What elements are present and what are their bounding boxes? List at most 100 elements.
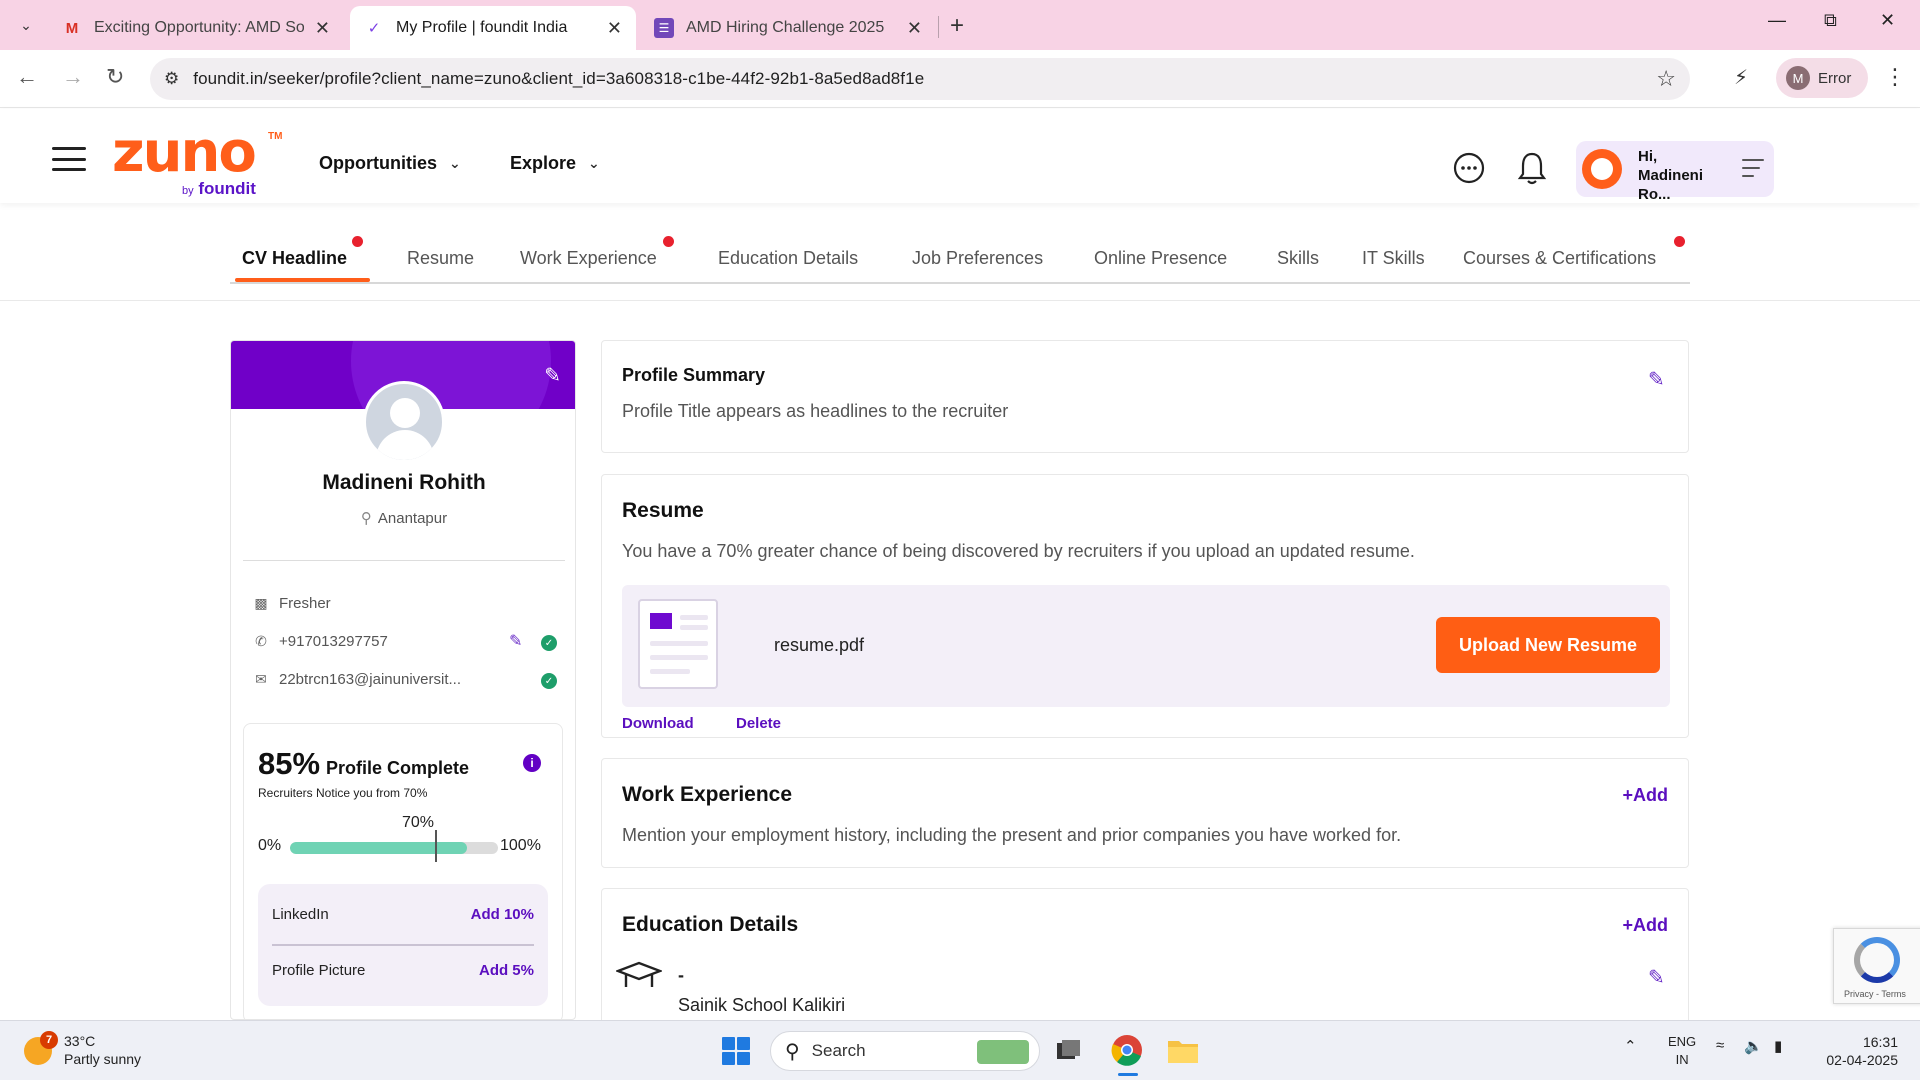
edit-phone-icon[interactable]: ✎ (509, 631, 522, 651)
suggestion-linkedin[interactable]: LinkedIn Add 10% (272, 906, 534, 923)
user-menu[interactable]: Hi, Madineni Ro... (1576, 141, 1774, 203)
close-icon[interactable]: ✕ (607, 18, 622, 39)
file-explorer-icon[interactable] (1166, 1033, 1200, 1067)
windows-start-icon[interactable] (722, 1037, 750, 1065)
avatar[interactable] (363, 381, 445, 463)
info-icon[interactable]: i (523, 754, 541, 772)
tab-courses-certifications[interactable]: Courses & Certifications (1463, 248, 1656, 269)
window-close-icon[interactable]: ✕ (1880, 10, 1895, 31)
divider (0, 300, 1920, 301)
browser-tab-gmail[interactable]: M Exciting Opportunity: AMD Soft ✕ (48, 6, 344, 50)
forward-arrow-icon[interactable]: → (62, 64, 84, 90)
nav-opportunities[interactable]: Opportunities ⌄ (319, 153, 461, 174)
profile-completion-box: 85% Profile Complete i Recruiters Notice… (243, 723, 563, 1019)
tab-cv-headline[interactable]: CV Headline (242, 248, 347, 269)
browser-tab-foundit[interactable]: ✓ My Profile | foundit India ✕ (350, 6, 636, 50)
site-settings-icon[interactable]: ⚙ (164, 69, 179, 89)
reload-icon[interactable]: ↻ (106, 64, 124, 90)
language-indicator[interactable]: ENG IN (1668, 1033, 1696, 1069)
recaptcha-text[interactable]: Privacy - Terms (1844, 989, 1906, 999)
tab-title: My Profile | foundit India (396, 19, 568, 36)
section-title: Education Details (622, 913, 799, 936)
lang-code: ENG (1668, 1034, 1697, 1049)
forms-icon: ☰ (654, 18, 674, 38)
section-title: Work Experience (622, 783, 793, 806)
tab-it-skills[interactable]: IT Skills (1362, 248, 1425, 269)
pending-dot (663, 236, 674, 247)
edit-pencil-icon[interactable]: ✎ (1648, 367, 1665, 392)
minimize-icon[interactable]: — (1768, 10, 1786, 31)
tab-resume[interactable]: Resume (407, 248, 474, 269)
close-icon[interactable]: ✕ (907, 18, 922, 39)
suggestion-profile-picture[interactable]: Profile Picture Add 5% (272, 962, 534, 979)
gmail-icon: M (65, 19, 79, 37)
bookmark-star-icon[interactable]: ☆ (1656, 66, 1676, 92)
tab-search-chevron-icon[interactable]: ⌄ (12, 12, 40, 38)
upload-new-resume-button[interactable]: Upload New Resume (1436, 617, 1660, 673)
close-icon[interactable]: ✕ (315, 18, 330, 39)
logo-tm: TM (268, 131, 283, 142)
back-arrow-icon[interactable]: ← (16, 64, 38, 90)
task-view-icon[interactable] (1052, 1033, 1086, 1067)
doc-thumb-line (650, 655, 708, 660)
download-resume-link[interactable]: Download (622, 715, 694, 732)
zuno-logo[interactable]: zuno TM by foundit (112, 125, 282, 199)
edit-pencil-icon[interactable]: ✎ (544, 363, 561, 388)
phone-row: ✆ +917013297757 (253, 633, 388, 650)
add-work-experience-button[interactable]: +Add (1622, 785, 1668, 806)
tab-job-preferences[interactable]: Job Preferences (912, 248, 1043, 269)
experience-text: Fresher (279, 595, 331, 612)
delete-resume-link[interactable]: Delete (736, 715, 781, 732)
chat-icon[interactable] (1450, 149, 1488, 187)
doc-thumb-line (650, 669, 690, 674)
divider (272, 944, 534, 946)
hamburger-menu-icon[interactable] (52, 147, 86, 171)
chevron-up-icon[interactable]: ⌃ (1624, 1037, 1637, 1055)
system-clock[interactable]: 16:31 02-04-2025 (1818, 1033, 1898, 1069)
edit-pencil-icon[interactable]: ✎ (1648, 965, 1665, 990)
url-text[interactable]: foundit.in/seeker/profile?client_name=zu… (193, 69, 924, 89)
suggestion-add-link[interactable]: Add 10% (471, 906, 534, 923)
avatar-body (376, 430, 434, 460)
education-card: Education Details +Add - Sainik School K… (601, 888, 1689, 1038)
doc-thumb-line (650, 641, 708, 646)
battery-icon[interactable]: ▮ (1774, 1037, 1782, 1055)
active-tab-indicator (235, 278, 370, 282)
chrome-icon[interactable] (1110, 1033, 1144, 1067)
nav-explore[interactable]: Explore ⌄ (510, 153, 600, 174)
tab-online-presence[interactable]: Online Presence (1094, 248, 1227, 269)
volume-icon[interactable]: 🔈 (1744, 1037, 1763, 1055)
extensions-icon[interactable]: ⚡ (1734, 65, 1748, 90)
weather-condition: Partly sunny (64, 1051, 142, 1067)
pending-dot (1674, 236, 1685, 247)
add-education-button[interactable]: +Add (1622, 915, 1668, 936)
suggestion-label: LinkedIn (272, 906, 329, 923)
clock-date: 02-04-2025 (1826, 1052, 1898, 1068)
education-degree: - (678, 965, 684, 985)
bell-icon[interactable] (1513, 149, 1551, 187)
wifi-icon[interactable]: ≈ (1716, 1037, 1724, 1054)
taskbar-search[interactable]: ⚲ Search (770, 1031, 1040, 1071)
suggestion-add-link[interactable]: Add 5% (479, 962, 534, 979)
browser-tab-bar: ⌄ M Exciting Opportunity: AMD Soft ✕ ✓ M… (0, 0, 1920, 50)
nav-label: Opportunities (319, 153, 437, 173)
browser-profile-button[interactable]: M Error (1776, 58, 1868, 98)
progress-max-label: 100% (500, 837, 541, 854)
browser-menu-icon[interactable]: ⋮ (1884, 64, 1906, 90)
completion-note: Recruiters Notice you from 70% (258, 786, 428, 800)
weather-widget[interactable]: 7 33°C Partly sunny (24, 1031, 164, 1071)
recaptcha-badge[interactable]: Privacy - Terms (1833, 928, 1920, 1004)
phone-icon: ✆ (255, 633, 267, 649)
site-header: zuno TM by foundit Opportunities ⌄ Explo… (0, 109, 1920, 203)
new-tab-plus-icon[interactable]: + (950, 12, 964, 40)
tab-education-details[interactable]: Education Details (718, 248, 858, 269)
tab-work-experience[interactable]: Work Experience (520, 248, 657, 269)
email-text: 22btrcn163@jainuniversit... (279, 671, 461, 688)
browser-tab-forms[interactable]: ☰ AMD Hiring Challenge 2025 ✕ (640, 6, 936, 50)
section-description: You have a 70% greater chance of being d… (622, 541, 1415, 561)
tab-skills[interactable]: Skills (1277, 248, 1319, 269)
restore-icon[interactable]: ⧉ (1824, 10, 1837, 31)
suggestion-label: Profile Picture (272, 962, 366, 979)
verified-check-icon: ✓ (541, 673, 557, 689)
address-bar[interactable]: ⚙ foundit.in/seeker/profile?client_name=… (150, 58, 1690, 100)
